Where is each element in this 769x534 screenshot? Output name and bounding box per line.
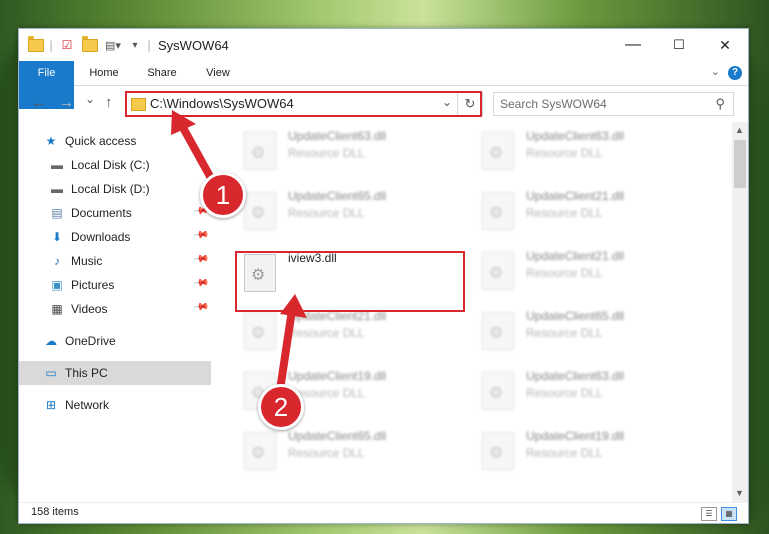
step-badge-1: 1 (200, 172, 246, 218)
arrow-2-shaft (276, 306, 296, 394)
arrow-2-head (280, 294, 307, 318)
step-badge-2: 2 (258, 384, 304, 430)
arrow-1-shaft (177, 120, 216, 184)
annotation-arrows (171, 110, 307, 394)
